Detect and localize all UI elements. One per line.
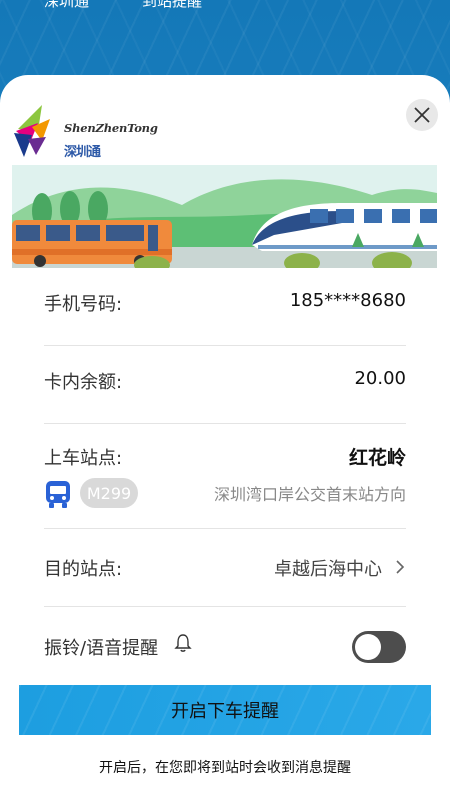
close-button[interactable]	[406, 99, 438, 131]
banner-illustration	[12, 165, 437, 268]
enable-alert-button[interactable]: 开启下车提醒	[19, 685, 431, 735]
alert-sheet: ShenZhenTong 深圳通 手机号码: 185****8680 卡内余额:…	[0, 75, 450, 800]
balance-value: 20.00	[354, 368, 406, 389]
destination-value[interactable]: 卓越后海中心	[274, 555, 382, 581]
logo-name-cn: 深圳通	[64, 145, 101, 160]
toggle-knob	[355, 634, 381, 660]
alert-mode-row: 振铃/语音提醒	[44, 607, 406, 685]
transit-banner	[12, 165, 437, 268]
route-badge: M299	[80, 478, 138, 508]
boarding-label: 上车站点:	[44, 448, 123, 469]
logo-name-en: ShenZhenTong	[64, 121, 158, 135]
alert-toggle[interactable]	[352, 631, 406, 663]
destination-row[interactable]: 目的站点: 卓越后海中心	[44, 529, 406, 607]
phone-label: 手机号码:	[44, 294, 123, 315]
boarding-station: 红花岭	[348, 447, 406, 469]
route-direction: 深圳湾口岸公交首末站方向	[213, 485, 406, 504]
alert-mode-label: 振铃/语音提醒	[44, 638, 159, 659]
alert-form: 手机号码: 185****8680 卡内余额: 20.00 上车站点: 红花岭 …	[44, 268, 406, 685]
phone-row: 手机号码: 185****8680	[44, 268, 406, 346]
boarding-row: 上车站点: 红花岭 M299 深圳湾口岸公交首末站方向	[44, 424, 406, 529]
logo-mark	[14, 105, 50, 157]
bell-icon	[174, 634, 192, 652]
destination-label: 目的站点:	[44, 559, 123, 580]
bus-icon	[46, 481, 70, 508]
shenzhentong-logo: ShenZhenTong 深圳通	[12, 101, 158, 161]
balance-label: 卡内余额:	[44, 372, 123, 393]
tab-shenzhentong[interactable]: 深圳通	[44, 0, 89, 11]
chevron-right-icon	[396, 560, 405, 574]
phone-value: 185****8680	[289, 290, 406, 311]
close-icon	[414, 107, 430, 123]
balance-row: 卡内余额: 20.00	[44, 346, 406, 424]
tab-arrival-alert[interactable]: 到站提醒	[142, 0, 202, 11]
alert-hint: 开启后，在您即将到站时会收到消息提醒	[99, 760, 351, 776]
top-tabs: 深圳通 到站提醒	[0, 0, 450, 14]
